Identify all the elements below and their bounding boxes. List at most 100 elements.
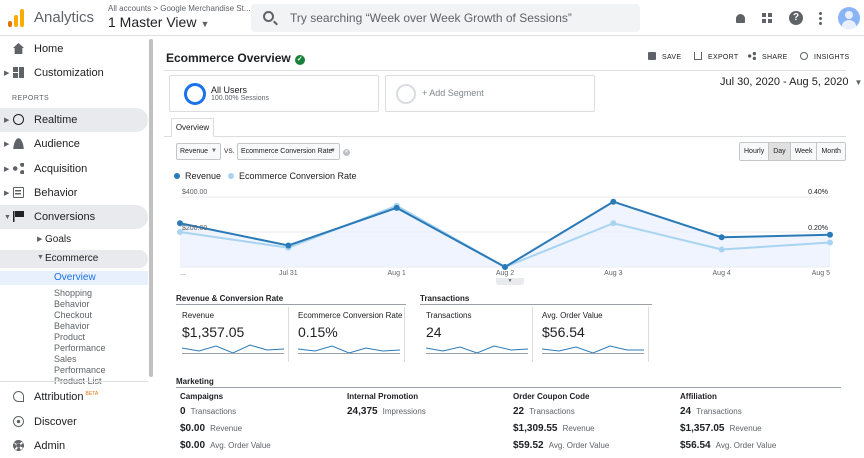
marketing-row[interactable]: $56.54 Avg. Order Value — [680, 439, 840, 456]
analytics-logo-icon[interactable] — [8, 7, 24, 27]
dashboard-icon — [13, 67, 24, 78]
date-range-picker[interactable]: Jul 30, 2020 - Aug 5, 2020 ▼ — [720, 76, 862, 88]
marketing-value: $56.54 — [680, 440, 711, 451]
save-button[interactable]: SAVE — [648, 52, 681, 61]
sparkline-conversion — [298, 345, 400, 354]
leaf-line: Sales — [54, 354, 77, 364]
x-tick-label: Aug 2 — [496, 270, 514, 277]
sidebar-item-audience[interactable]: ▶ Audience — [0, 132, 148, 156]
marketing-row[interactable]: $1,309.55 Revenue — [513, 422, 673, 439]
marketing-row[interactable]: 24 Transactions — [680, 405, 840, 422]
card-transactions[interactable]: Transactions 24 — [420, 307, 533, 362]
expand-arrow-icon: ▶ — [4, 141, 10, 148]
segment-name: All Users — [211, 85, 248, 95]
more-vert-icon[interactable] — [812, 10, 828, 26]
sidebar-item-ecommerce[interactable]: ▼ Ecommerce — [0, 250, 148, 268]
segment-all-users[interactable]: All Users 100.00% Sessions — [169, 75, 379, 112]
card-value: 24 — [426, 324, 442, 340]
sidebar-item-label: Realtime — [34, 114, 78, 126]
sidebar-item-sales-performance[interactable]: Sales Performance — [54, 354, 144, 376]
sidebar-scrollbar[interactable] — [149, 39, 153, 377]
sidebar-item-shopping-behavior[interactable]: Shopping Behavior — [54, 288, 144, 310]
marketing-value: $1,309.55 — [513, 423, 558, 434]
marketing-row[interactable]: $59.52 Avg. Order Value — [513, 439, 673, 456]
insights-button[interactable]: INSIGHTS — [800, 52, 849, 61]
sidebar-item-product-performance[interactable]: Product Performance — [54, 332, 144, 354]
apps-grid-icon[interactable] — [762, 13, 772, 23]
flag-icon — [13, 211, 24, 222]
card-avg-order-value[interactable]: Avg. Order Value $56.54 — [536, 307, 649, 362]
dropdown-arrow-icon: ▼ — [330, 148, 336, 154]
sidebar-item-conversions[interactable]: ▼ Conversions — [0, 205, 148, 229]
search-box[interactable]: Try searching “Week over Week Growth of … — [251, 4, 640, 32]
sidebar-item-customization[interactable]: ▶ Customization — [0, 61, 148, 85]
sidebar-item-realtime[interactable]: ▶ Realtime — [0, 108, 148, 132]
save-label: SAVE — [662, 54, 682, 61]
card-value: 0.15% — [298, 324, 338, 340]
sidebar-item-admin[interactable]: Admin — [0, 434, 148, 458]
sidebar-item-discover[interactable]: Discover — [0, 410, 148, 434]
revenue-point — [610, 198, 617, 205]
empty-segment-circle-icon — [396, 84, 416, 104]
add-segment-button[interactable]: + Add Segment — [385, 75, 595, 112]
search-icon — [263, 11, 274, 22]
section-rule — [176, 304, 406, 305]
marketing-row[interactable]: 24,375 Impressions — [347, 405, 507, 422]
title-divider — [164, 70, 846, 71]
revenue-area — [180, 201, 830, 267]
view-selector[interactable]: 1 Master View ▼ — [108, 14, 209, 30]
sidebar-item-overview[interactable]: Overview — [0, 271, 148, 285]
sidebar-item-label: Ecommerce — [45, 253, 99, 264]
card-label: Avg. Order Value — [542, 311, 603, 320]
marketing-row[interactable]: 0 Transactions — [180, 405, 340, 422]
card-label: Transactions — [426, 311, 472, 320]
avatar[interactable] — [838, 7, 860, 29]
granularity-week[interactable]: Week — [790, 143, 818, 160]
sidebar-item-checkout-behavior[interactable]: Checkout Behavior — [54, 310, 144, 332]
marketing-label: Impressions — [382, 407, 426, 416]
marketing-value: $1,357.05 — [680, 423, 725, 434]
granularity-day[interactable]: Day — [769, 143, 791, 160]
home-icon — [13, 43, 24, 54]
marketing-label: Avg. Order Value — [715, 441, 777, 450]
tab-divider — [164, 136, 846, 137]
export-button[interactable]: EXPORT — [694, 52, 738, 61]
granularity-month[interactable]: Month — [817, 143, 845, 160]
marketing-row[interactable]: $0.00 Avg. Order Value — [180, 439, 340, 456]
sidebar-item-behavior[interactable]: ▶ Behavior — [0, 181, 148, 205]
sidebar-item-home[interactable]: Home — [0, 37, 148, 61]
section-title-marketing: Marketing — [176, 377, 214, 386]
share-button[interactable]: SHARE — [748, 52, 788, 61]
granularity-hourly[interactable]: Hourly — [740, 143, 770, 160]
clear-metric-icon[interactable]: ✕ — [343, 149, 350, 156]
help-icon[interactable] — [788, 10, 804, 26]
notifications-bell-icon[interactable] — [732, 10, 748, 26]
marketing-label: Avg. Order Value — [210, 441, 271, 450]
sidebar-item-label: Overview — [54, 272, 96, 283]
card-revenue[interactable]: Revenue $1,357.05 — [176, 307, 289, 362]
search-placeholder[interactable]: Try searching “Week over Week Growth of … — [290, 11, 572, 25]
clock-icon — [13, 114, 24, 125]
sidebar-item-goals[interactable]: ▶ Goals — [0, 231, 148, 249]
marketing-label: Revenue — [729, 424, 762, 433]
sidebar-item-attribution[interactable]: Attribution BETA — [0, 385, 148, 409]
x-tick-label: Aug 3 — [604, 270, 622, 277]
chart-resize-handle[interactable]: ▼ — [496, 278, 524, 285]
insights-label: INSIGHTS — [814, 54, 850, 61]
marketing-label: Transactions — [529, 407, 575, 416]
sidebar-item-acquisition[interactable]: ▶ Acquisition — [0, 157, 148, 181]
marketing-row[interactable]: 22 Transactions — [513, 405, 673, 422]
sparkline-revenue — [182, 344, 284, 354]
card-conversion-rate[interactable]: Ecommerce Conversion Rate 0.15% — [292, 307, 405, 362]
marketing-value: 0 — [180, 406, 186, 417]
account-breadcrumb[interactable]: All accounts > Google Merchandise St... — [108, 4, 251, 13]
metric-select-secondary[interactable]: Ecommerce Conversion Rate ▼ — [237, 143, 340, 160]
beta-badge: BETA — [85, 391, 99, 398]
date-range-text: Jul 30, 2020 - Aug 5, 2020 — [720, 76, 849, 88]
metric-select-value: Revenue — [180, 148, 209, 155]
metric-select-primary[interactable]: Revenue ▼ — [176, 143, 221, 160]
marketing-row[interactable]: $1,357.05 Revenue — [680, 422, 840, 439]
marketing-row[interactable]: $0.00 Revenue — [180, 422, 340, 439]
tab-overview[interactable]: Overview — [171, 118, 214, 137]
marketing-heading: Campaigns — [180, 392, 224, 401]
